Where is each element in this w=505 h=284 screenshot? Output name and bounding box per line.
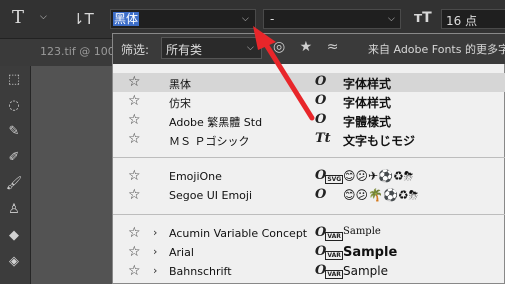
font-list-item[interactable]: ☆ 黑体 O 字体样式 [113, 73, 505, 92]
adobe-fonts-link[interactable]: 来自 Adobe Fonts 的更多字 [368, 41, 505, 57]
font-family-field[interactable]: 黑体 ⌵ [110, 9, 256, 29]
opentype-svg-icon: OSVG [315, 168, 344, 184]
chevron-down-icon[interactable]: ⌵ [388, 14, 395, 24]
font-size-icon: ᴛT [414, 10, 432, 26]
list-divider [113, 157, 505, 158]
truetype-icon: Tt [315, 131, 331, 146]
favorite-star-icon[interactable]: ☆ [128, 244, 141, 260]
expand-chevron-icon[interactable]: › [153, 245, 157, 258]
font-sample: 字体样式 [343, 77, 392, 91]
favorite-star-icon[interactable]: ☆ [128, 168, 141, 184]
marquee-tool-icon[interactable]: ⬚ [3, 70, 25, 90]
cloud-filter-icon[interactable]: ◎ [273, 39, 285, 55]
font-menu: 筛选: 所有类 ⌵ ◎ ★ ≈ 来自 Adobe Fonts 的更多字 ☆ 黑体 O… [112, 33, 505, 284]
font-size-value: 16 点 [446, 14, 478, 28]
eraser-tool-icon[interactable]: ◆ [3, 226, 25, 246]
font-name: 黑体 [169, 78, 191, 91]
opentype-icon: O [315, 187, 327, 202]
favorite-star-icon[interactable]: ☆ [128, 187, 141, 203]
font-size-field[interactable]: 16 点 [441, 9, 505, 29]
opentype-variable-icon: OVAR [315, 225, 343, 241]
font-list-item[interactable]: ☆ Adobe 繁黑體 Std O 字體樣式 [113, 111, 505, 130]
opentype-icon: O [315, 93, 327, 108]
font-filter-row: 筛选: 所有类 ⌵ ◎ ★ ≈ 来自 Adobe Fonts 的更多字 [113, 34, 505, 64]
font-sample: 😊😕✈⚽♻⛈ [343, 169, 414, 183]
font-sample: 😊😕🌴⚽♻⛈ [343, 188, 419, 202]
font-name: Bahnschrift [169, 265, 232, 278]
brush-tool-icon[interactable]: 🖌 [3, 174, 25, 194]
favorite-star-icon[interactable]: ☆ [128, 131, 141, 147]
font-style-field[interactable]: - ⌵ [263, 9, 401, 29]
font-sample: Sample [343, 264, 388, 278]
font-list-item[interactable]: ☆ › Bahnschrift OVAR Sample [113, 262, 505, 281]
font-list-item[interactable]: ☆ ＭＳ Ｐゴシック Tt 文字もじモジ [113, 130, 505, 149]
favorite-star-icon[interactable]: ☆ [128, 93, 141, 109]
toggle-orientation-icon[interactable]: ⇂T [72, 10, 94, 28]
font-name: Arial [169, 246, 194, 259]
healing-brush-icon[interactable]: ✐ [3, 148, 25, 168]
font-list-item[interactable]: ☆ › Acumin Variable Concept OVAR Sample [113, 224, 505, 243]
font-list-item[interactable]: ☆ 仿宋 O 字体样式 [113, 92, 505, 111]
font-name: EmojiOne [169, 170, 222, 183]
font-list-item[interactable]: ☆ Segoe UI Emoji O 😊😕🌴⚽♻⛈ [113, 186, 505, 205]
opentype-variable-icon: OVAR [315, 244, 343, 260]
font-family-value: 黑体 [113, 12, 140, 26]
expand-chevron-icon[interactable]: › [153, 226, 157, 239]
font-name: Segoe UI Emoji [169, 189, 253, 202]
chevron-down-icon[interactable]: ⌵ [247, 43, 254, 53]
favorite-star-icon[interactable]: ☆ [128, 112, 141, 128]
font-name: ＭＳ Ｐゴシック [169, 135, 250, 148]
font-sample: Sample [343, 245, 398, 260]
font-class-select[interactable]: 所有类 ⌵ [161, 37, 262, 59]
document-tab[interactable]: 123.tif @ 100 [40, 45, 115, 58]
clone-stamp-icon[interactable]: ♙ [3, 200, 25, 220]
opentype-icon: O [315, 74, 327, 89]
font-sample: 文字もじモジ [343, 134, 416, 148]
similar-fonts-icon[interactable]: ≈ [327, 39, 339, 55]
expand-chevron-icon[interactable]: › [153, 264, 157, 277]
font-sample: Sample [343, 226, 381, 237]
font-list-item[interactable]: ☆ › Arial OVAR Sample [113, 243, 505, 262]
font-sample: 字体样式 [343, 96, 392, 110]
paint-bucket-icon[interactable]: ◈ [3, 252, 25, 272]
font-sample: 字體樣式 [343, 115, 392, 129]
font-list-item[interactable]: ☆ EmojiOne OSVG 😊😕✈⚽♻⛈ [113, 167, 505, 186]
font-name: 仿宋 [169, 97, 191, 110]
favorite-star-icon[interactable]: ☆ [128, 74, 141, 90]
chevron-down-icon[interactable]: ⌵ [242, 14, 249, 24]
font-class-value: 所有类 [166, 43, 203, 57]
text-tool-icon[interactable]: T [12, 7, 24, 28]
opentype-icon: O [315, 112, 327, 127]
lasso-tool-icon[interactable]: ◌ [3, 96, 25, 116]
font-name: Acumin Variable Concept [169, 227, 308, 240]
favorites-filter-icon[interactable]: ★ [300, 39, 313, 55]
list-divider [113, 214, 505, 215]
font-name: Adobe 繁黑體 Std [169, 116, 263, 129]
font-style-value: - [270, 12, 275, 26]
favorite-star-icon[interactable]: ☆ [128, 225, 141, 241]
filter-label: 筛选: [121, 43, 150, 57]
tools-panel: ⬚ ◌ ✎ ✐ 🖌 ♙ ◆ ◈ [0, 66, 31, 284]
eyedropper-tool-icon[interactable]: ✎ [3, 122, 25, 142]
opentype-variable-icon: OVAR [315, 263, 343, 279]
favorite-star-icon[interactable]: ☆ [128, 263, 141, 279]
tool-preset-chevron-icon[interactable]: ⌵ [40, 12, 47, 22]
